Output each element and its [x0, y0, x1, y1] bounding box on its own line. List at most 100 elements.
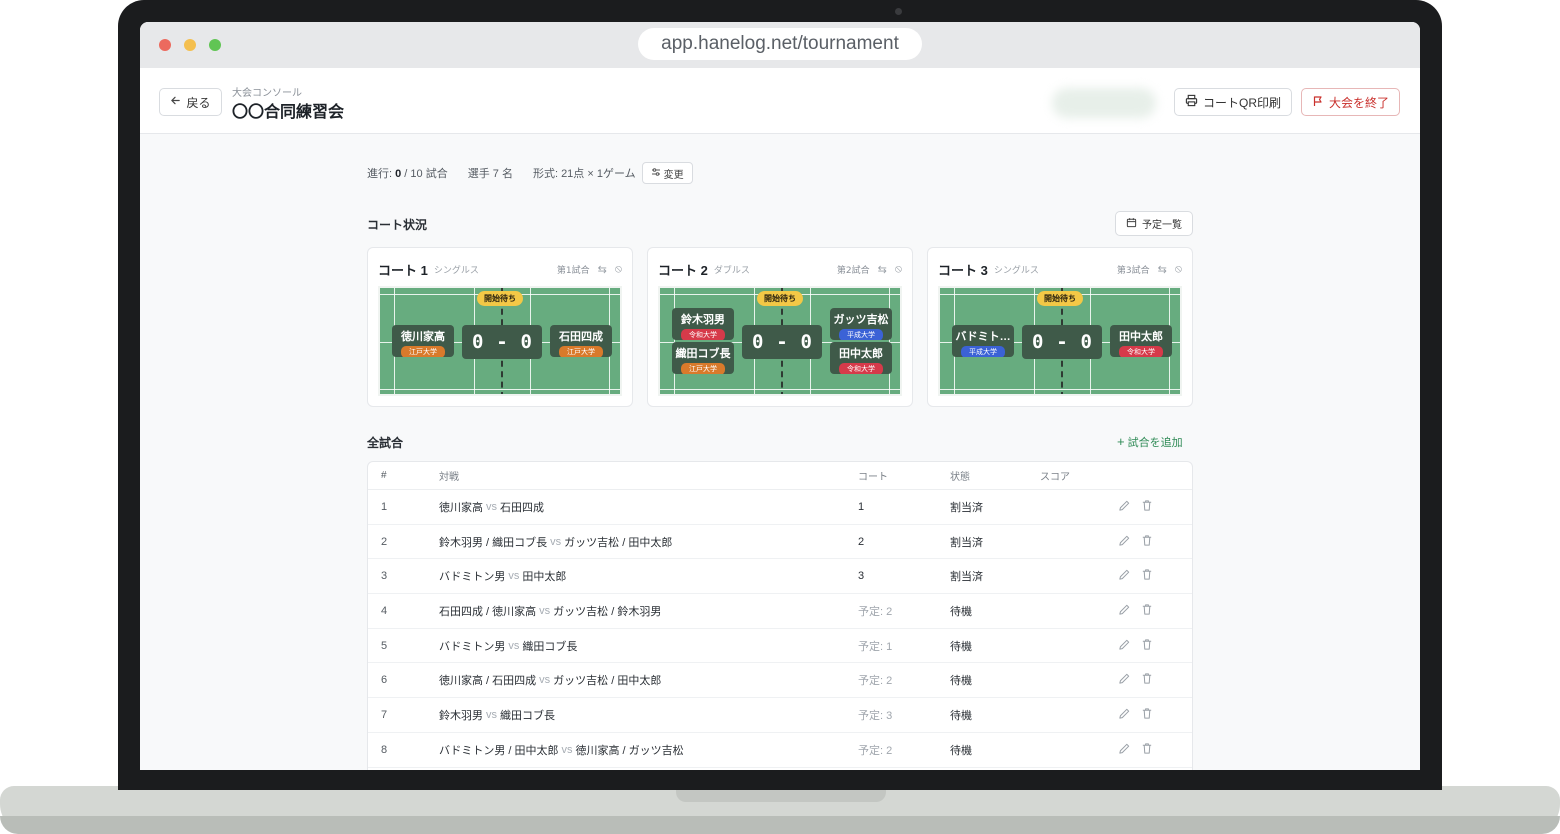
player-card[interactable]: 田中太郎 令和大学	[830, 342, 892, 374]
court-card[interactable]: コート 2 ダブルス 第2試合 ⇆ ⦸ 開始待ち 0 - 0 鈴木羽男 令和大学	[647, 247, 913, 407]
change-label: 変更	[663, 169, 684, 181]
swap-icon[interactable]: ⇆	[598, 263, 607, 276]
score-display: 0 - 0	[1022, 325, 1102, 359]
trash-icon[interactable]	[1141, 638, 1153, 654]
court-card[interactable]: コート 1 シングルス 第1試合 ⇆ ⦸ 開始待ち 0 - 0 徳川家高 江戸大…	[367, 247, 633, 407]
court-card[interactable]: コート 3 シングルス 第3試合 ⇆ ⦸ 開始待ち 0 - 0 バドミト… 平成…	[927, 247, 1193, 407]
breadcrumb: 大会コンソール	[232, 88, 302, 99]
match-court: 予定: 2	[858, 675, 893, 688]
team-badge: 令和大学	[839, 363, 883, 374]
table-row[interactable]: 5 バドミトン男 vs 織田コブ長 予定: 1 待機	[368, 629, 1192, 664]
match-state: 待機	[950, 605, 972, 618]
print-court-qr-button[interactable]: コートQR印刷	[1174, 88, 1292, 116]
trash-icon[interactable]	[1141, 568, 1153, 584]
trash-icon[interactable]	[1141, 672, 1153, 688]
match-num: 8	[381, 743, 388, 756]
player-card[interactable]: 鈴木羽男 令和大学	[672, 308, 734, 340]
header-match: 対戦	[439, 472, 459, 483]
match-court: 2	[858, 535, 865, 548]
player-name: 田中太郎	[1119, 331, 1163, 343]
table-row[interactable]: 1 徳川家高 vs 石田四成 1 割当済	[368, 490, 1192, 525]
blurred-badge	[1052, 88, 1156, 118]
player-card[interactable]: 徳川家高 江戸大学	[392, 325, 454, 357]
match-state: 待機	[950, 675, 972, 688]
player-card[interactable]: バドミト… 平成大学	[952, 325, 1014, 357]
match-players: 徳川家高 / 石田四成 vs ガッツ吉松 / 田中太郎	[439, 664, 661, 698]
match-left: 鈴木羽男	[439, 710, 483, 723]
trash-icon[interactable]	[1141, 603, 1153, 619]
match-players: バドミトン男 vs 織田コブ長	[439, 629, 577, 663]
window-zoom-button[interactable]	[209, 39, 221, 51]
schedule-list-button[interactable]: 予定一覧	[1115, 211, 1193, 236]
match-state: 割当済	[950, 571, 983, 584]
add-match-button[interactable]: + 試合を追加	[1117, 434, 1183, 450]
ban-icon[interactable]: ⦸	[615, 262, 622, 276]
swap-icon[interactable]: ⇆	[878, 263, 887, 276]
court-type: ダブルス	[713, 265, 750, 276]
score-right: 0	[520, 331, 532, 353]
player-card[interactable]: 田中太郎 令和大学	[1110, 325, 1172, 357]
trash-icon[interactable]	[1141, 707, 1153, 723]
table-row[interactable]: 3 バドミトン男 vs 田中太郎 3 割当済	[368, 559, 1192, 595]
player-name: 石田四成	[559, 331, 603, 343]
window-close-button[interactable]	[159, 39, 171, 51]
match-right: 徳川家高 / ガッツ吉松	[575, 744, 684, 757]
pencil-icon[interactable]	[1118, 534, 1131, 550]
player-name: 織田コブ長	[675, 348, 731, 360]
header-score: スコア	[1040, 472, 1070, 483]
match-left: 石田四成 / 徳川家高	[439, 605, 537, 618]
swap-icon[interactable]: ⇆	[1158, 263, 1167, 276]
trash-icon[interactable]	[1141, 499, 1153, 515]
arrow-left-icon	[170, 95, 181, 109]
match-number: 第1試合	[556, 265, 590, 276]
progress-stat: 進行: 0 / 10 試合	[367, 168, 448, 180]
tournament-stats: 進行: 0 / 10 試合 選手 7 名 形式: 21点 × 1ゲーム 変更	[367, 162, 693, 184]
trash-icon[interactable]	[1141, 742, 1153, 758]
match-left: バドミトン男	[439, 640, 506, 653]
back-button[interactable]: 戻る	[159, 88, 222, 116]
team-badge: 令和大学	[1119, 346, 1163, 357]
vs-label: vs	[550, 535, 562, 548]
score-left: 0	[472, 331, 484, 353]
court-field: 開始待ち 0 - 0 鈴木羽男 令和大学 織田コブ長 江戸大学 ガッツ吉松 平成…	[658, 286, 902, 396]
table-header: # 対戦 コート 状態 スコア	[368, 462, 1192, 490]
court-status-heading: コート状況	[367, 218, 428, 232]
pencil-icon[interactable]	[1118, 568, 1131, 584]
match-state: 待機	[950, 744, 972, 757]
player-name: 鈴木羽男	[681, 314, 725, 326]
trash-icon[interactable]	[1141, 534, 1153, 550]
change-format-button[interactable]: 変更	[641, 162, 693, 184]
vs-label: vs	[508, 639, 520, 652]
table-row[interactable]: 2 鈴木羽男 / 織田コブ長 vs ガッツ吉松 / 田中太郎 2 割当済	[368, 525, 1192, 560]
ban-icon[interactable]: ⦸	[1175, 262, 1182, 276]
pencil-icon[interactable]	[1118, 638, 1131, 654]
pencil-icon[interactable]	[1118, 499, 1131, 515]
match-num: 3	[381, 570, 388, 583]
end-tournament-button[interactable]: 大会を終了	[1301, 88, 1400, 116]
match-right: 織田コブ長	[522, 640, 578, 653]
table-row[interactable]: 7 鈴木羽男 vs 織田コブ長 予定: 3 待機	[368, 698, 1192, 733]
match-players: バドミトン男 vs 田中太郎	[439, 559, 566, 593]
address-bar[interactable]: app.hanelog.net/tournament	[638, 28, 922, 60]
end-label: 大会を終了	[1328, 95, 1389, 110]
table-row[interactable]: 8 バドミトン男 / 田中太郎 vs 徳川家高 / ガッツ吉松 予定: 2 待機	[368, 733, 1192, 768]
player-card[interactable]: 織田コブ長 江戸大学	[672, 342, 734, 374]
window-minimize-button[interactable]	[184, 39, 196, 51]
team-badge: 平成大学	[961, 346, 1005, 357]
match-right: ガッツ吉松 / 田中太郎	[564, 536, 673, 549]
table-row[interactable]: 4 石田四成 / 徳川家高 vs ガッツ吉松 / 鈴木羽男 予定: 2 待機	[368, 594, 1192, 629]
pencil-icon[interactable]	[1118, 742, 1131, 758]
player-card[interactable]: ガッツ吉松 平成大学	[830, 308, 892, 340]
pencil-icon[interactable]	[1118, 672, 1131, 688]
ban-icon[interactable]: ⦸	[895, 262, 902, 276]
table-row[interactable]: 6 徳川家高 / 石田四成 vs ガッツ吉松 / 田中太郎 予定: 2 待機	[368, 664, 1192, 699]
match-court: 予定: 1	[858, 640, 893, 653]
match-right: ガッツ吉松 / 田中太郎	[553, 675, 662, 688]
status-badge: 開始待ち	[477, 291, 523, 306]
match-players: バドミトン男 / 田中太郎 vs 徳川家高 / ガッツ吉松	[439, 733, 684, 767]
player-card[interactable]: 石田四成 江戸大学	[550, 325, 612, 357]
pencil-icon[interactable]	[1118, 603, 1131, 619]
qr-label: コートQR印刷	[1202, 95, 1281, 110]
pencil-icon[interactable]	[1118, 707, 1131, 723]
match-court: 3	[858, 570, 865, 583]
